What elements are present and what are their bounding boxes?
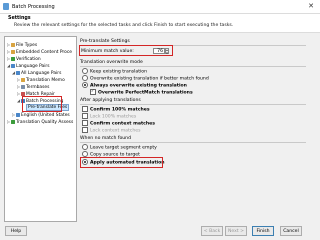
page-header: Settings Review the relevant settings fo…: [0, 14, 320, 33]
highlight-box-tree: [22, 96, 62, 112]
translation-memory-icon: [21, 77, 25, 82]
embedded-content-icon: [11, 49, 15, 54]
highlight-box-automated: [80, 157, 163, 168]
all-language-pairs-icon: [16, 70, 20, 75]
section-after-applying: After applying translations: [80, 98, 306, 105]
tree-item-all-language-pairs[interactable]: ◢ All Language Pairs: [12, 70, 61, 76]
tree-item-language-pairs[interactable]: ◢ Language Pairs: [7, 63, 50, 69]
termbases-icon: [21, 84, 25, 89]
settings-tree: ▷ File Types ▷ Embedded Content Proce ▷ Ver…: [4, 36, 77, 222]
radio-button[interactable]: [82, 74, 88, 81]
checkbox[interactable]: [82, 112, 88, 119]
tree-item-file-types[interactable]: ▷ File Types: [7, 42, 37, 48]
file-types-icon: [11, 42, 15, 47]
next-button[interactable]: Next >: [225, 226, 247, 236]
footer-bar: Help < Back Next > Finish Cancel: [0, 224, 320, 240]
close-icon[interactable]: ✕: [308, 2, 314, 10]
window-title: Batch Processing: [12, 4, 55, 10]
app-icon: [3, 3, 9, 10]
checkbox-lock-context[interactable]: Lock context matches: [82, 126, 140, 135]
checkbox-overwrite-perfectmatch[interactable]: Overwrite PerfectMatch translations: [90, 88, 193, 97]
tree-item-embedded-content[interactable]: ▷ Embedded Content Proce: [7, 49, 72, 55]
radio-button[interactable]: [82, 67, 88, 74]
radio-button[interactable]: [82, 143, 88, 150]
settings-panel: Pre-translate Settings Minimum match val…: [79, 36, 316, 222]
page-description: Review the relevant settings for the sel…: [14, 23, 234, 28]
radio-button[interactable]: [82, 81, 88, 88]
back-button[interactable]: < Back: [201, 226, 223, 236]
checkbox[interactable]: [82, 126, 88, 133]
tree-item-english-united-states[interactable]: ▷ English (United States: [12, 112, 70, 118]
section-no-match: When no match found: [80, 136, 306, 143]
section-pre-translate-settings: Pre-translate Settings: [80, 39, 306, 46]
finish-button[interactable]: Finish: [252, 226, 274, 236]
section-overwrite-mode: Translation overwrite mode: [80, 60, 306, 67]
highlight-box-min-match: [79, 45, 173, 56]
language-icon: [16, 112, 20, 117]
radio-button[interactable]: [82, 150, 88, 157]
tree-item-translation-quality[interactable]: ▷ Translation Quality Assess: [7, 119, 73, 125]
tree-item-verification[interactable]: ▷ Verification: [7, 56, 41, 62]
title-bar: Batch Processing ✕: [0, 0, 320, 14]
cancel-button[interactable]: Cancel: [280, 226, 302, 236]
quality-assessment-icon: [11, 119, 15, 124]
language-pairs-icon: [11, 63, 15, 68]
help-button[interactable]: Help: [5, 226, 27, 236]
checkbox[interactable]: [90, 88, 96, 95]
page-title: Settings: [8, 16, 31, 21]
checkbox[interactable]: [82, 119, 88, 126]
tree-item-translation-memory[interactable]: ▷ Translation Memo: [17, 77, 65, 83]
verification-icon: [11, 56, 15, 61]
checkbox[interactable]: [82, 105, 88, 112]
match-repair-icon: [21, 91, 25, 96]
tree-item-termbases[interactable]: ▷ Termbases: [17, 84, 49, 90]
